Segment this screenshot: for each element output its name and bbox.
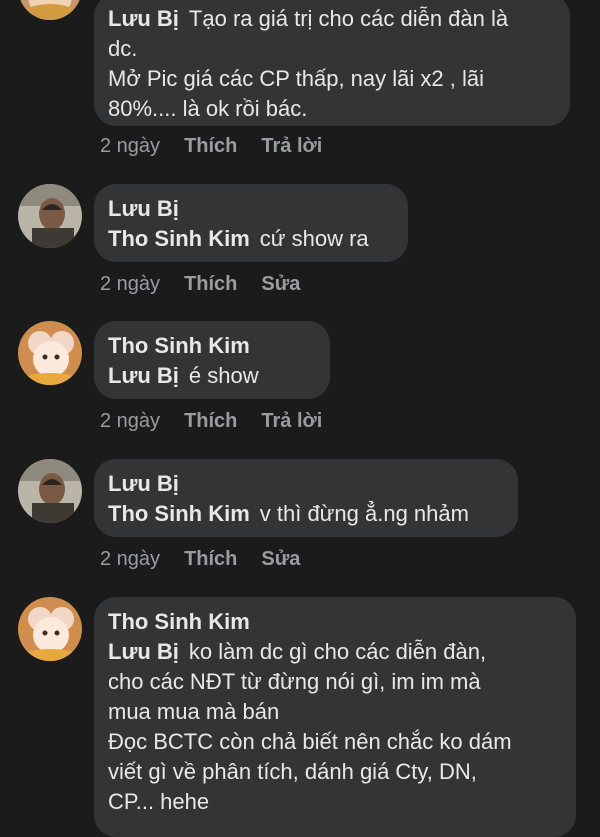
mention-tag[interactable]: Tho Sinh Kim xyxy=(108,501,250,526)
comment-text-line: cho các NĐT từ đừng nói gì, im im mà xyxy=(108,669,481,694)
reply-button[interactable]: Trả lời xyxy=(261,409,322,433)
reply-button[interactable]: Trả lời xyxy=(261,134,322,158)
comment-author[interactable]: Lưu Bị xyxy=(108,194,392,224)
edit-button[interactable]: Sửa xyxy=(261,272,300,296)
comment-text: Tho Sinh Kim v thì đừng ẳ.ng nhảm xyxy=(108,501,469,526)
mention-tag[interactable]: Lưu Bị xyxy=(108,639,179,664)
comment-text: Lưu Bị é show xyxy=(108,363,259,388)
comment-text-line: CP... hehe xyxy=(108,789,210,814)
comment-author[interactable]: Tho Sinh Kim xyxy=(108,331,314,361)
comment-text-line: Lưu Bị Tạo ra giá trị cho các diễn đàn là xyxy=(108,6,509,31)
avatar[interactable] xyxy=(18,459,82,523)
comment-text-line: 80%.... là ok rồi bác. xyxy=(108,96,308,121)
avatar[interactable] xyxy=(18,184,82,248)
like-button[interactable]: Thích xyxy=(184,547,237,571)
like-button[interactable]: Thích xyxy=(184,272,237,296)
like-button[interactable]: Thích xyxy=(184,409,237,433)
avatar[interactable] xyxy=(18,0,82,20)
comment-text-line: mua mua mà bán xyxy=(108,699,280,724)
comment-bubble[interactable]: Lưu Bị Tho Sinh Kim v thì đừng ẳ.ng nhảm xyxy=(94,459,518,537)
comment-text-line: Đọc BCTC còn chả biết nên chắc ko dám xyxy=(108,729,512,754)
comment-text-line: Lưu Bị ko làm dc gì cho các diễn đàn, xyxy=(108,639,487,664)
comment-bubble[interactable]: Lưu Bị Tạo ra giá trị cho các diễn đàn là… xyxy=(94,0,570,126)
comment-text-line: viết gì về phân tích, dánh giá Cty, DN, xyxy=(108,759,477,784)
mention-tag[interactable]: Lưu Bị xyxy=(108,6,179,31)
comment-bubble[interactable]: Tho Sinh Kim Lưu Bị é show xyxy=(94,321,330,399)
timestamp: 2 ngày xyxy=(100,273,161,295)
comment-author[interactable]: Tho Sinh Kim xyxy=(108,607,560,637)
comment-bubble[interactable]: Lưu Bị Tho Sinh Kim cứ show ra xyxy=(94,184,408,262)
mention-tag[interactable]: Tho Sinh Kim xyxy=(108,226,250,251)
comment-actions: 2 ngày Thích Sửa xyxy=(100,547,300,571)
timestamp: 2 ngày xyxy=(100,548,161,570)
comment-text-line: dc. xyxy=(108,36,138,61)
timestamp: 2 ngày xyxy=(100,410,161,432)
avatar[interactable] xyxy=(18,597,82,661)
edit-button[interactable]: Sửa xyxy=(261,547,300,571)
comment-actions: 2 ngày Thích Trả lời xyxy=(100,134,322,158)
comment-actions: 2 ngày Thích Sửa xyxy=(100,272,300,296)
comment-text-line: Mở Pic giá các CP thấp, nay lãi x2 , lãi xyxy=(108,66,484,91)
comment-text: Tho Sinh Kim cứ show ra xyxy=(108,226,369,251)
comment-bubble[interactable]: Tho Sinh Kim Lưu Bị ko làm dc gì cho các … xyxy=(94,597,576,837)
comment-actions: 2 ngày Thích Trả lời xyxy=(100,409,322,433)
like-button[interactable]: Thích xyxy=(184,134,237,158)
comment-author[interactable]: Lưu Bị xyxy=(108,469,502,499)
avatar[interactable] xyxy=(18,321,82,385)
timestamp: 2 ngày xyxy=(100,135,161,157)
mention-tag[interactable]: Lưu Bị xyxy=(108,363,179,388)
